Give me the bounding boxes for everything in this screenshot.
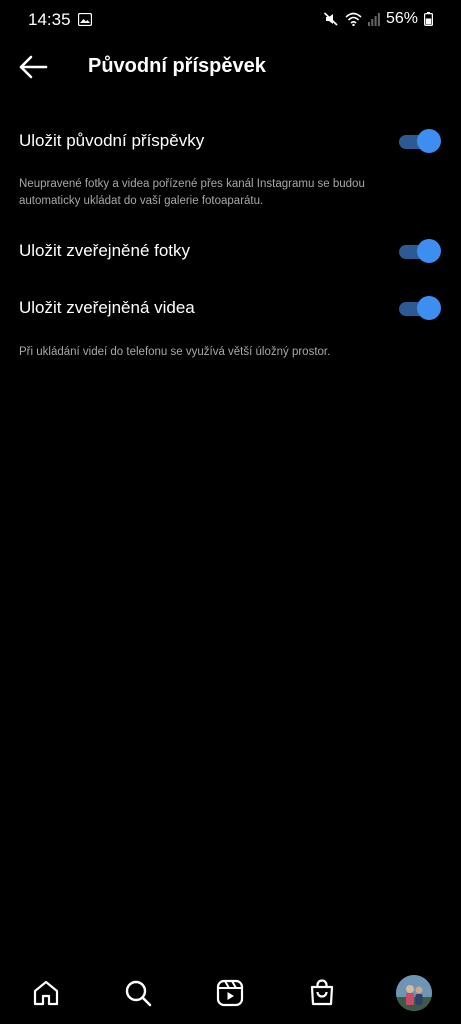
header: Původní příspěvek — [0, 44, 461, 90]
setting-label: Uložit původní příspěvky — [19, 131, 205, 150]
shop-icon — [310, 979, 334, 1006]
setting-label: Uložit zveřejněná videa — [19, 298, 195, 317]
nav-reels[interactable] — [215, 978, 245, 1008]
bottom-nav — [0, 964, 461, 1024]
wifi-icon — [345, 12, 362, 26]
setting-save-posted-videos[interactable]: Uložit zveřejněná videa — [19, 294, 441, 324]
signal-icon — [367, 12, 380, 26]
status-icons: 56% — [323, 10, 433, 28]
toggle-switch[interactable] — [399, 129, 441, 155]
status-bar: 14:35 56% — [0, 0, 461, 40]
toggle-switch[interactable] — [399, 239, 441, 265]
nav-search[interactable] — [123, 978, 153, 1008]
reels-icon — [216, 979, 244, 1007]
battery-text: 56% — [385, 10, 418, 27]
home-icon — [33, 980, 59, 1006]
search-icon — [125, 980, 152, 1007]
toggle-switch[interactable] — [399, 296, 441, 322]
back-arrow-icon — [19, 55, 48, 79]
setting-save-posted-photos[interactable]: Uložit zveřejněné fotky — [19, 237, 441, 267]
page-title: Původní příspěvek — [88, 55, 266, 77]
nav-shop[interactable] — [307, 978, 337, 1008]
setting-description: Při ukládání videí do telefonu se využív… — [19, 346, 331, 358]
back-button[interactable] — [18, 52, 50, 82]
toggle-thumb — [417, 129, 441, 153]
setting-save-original-posts[interactable]: Uložit původní příspěvky — [19, 127, 441, 157]
toggle-thumb — [417, 239, 441, 263]
mute-icon — [323, 11, 339, 27]
nav-home[interactable] — [31, 978, 61, 1008]
profile-avatar[interactable] — [396, 975, 432, 1011]
status-time: 14:35 — [28, 10, 71, 29]
setting-description: Neupravené fotky a videa pořízené přes k… — [19, 178, 365, 207]
setting-label: Uložit zveřejněné fotky — [19, 241, 191, 260]
battery-icon — [424, 12, 433, 26]
avatar-image — [396, 975, 432, 1011]
toggle-thumb — [417, 296, 441, 320]
gallery-icon — [77, 12, 93, 27]
